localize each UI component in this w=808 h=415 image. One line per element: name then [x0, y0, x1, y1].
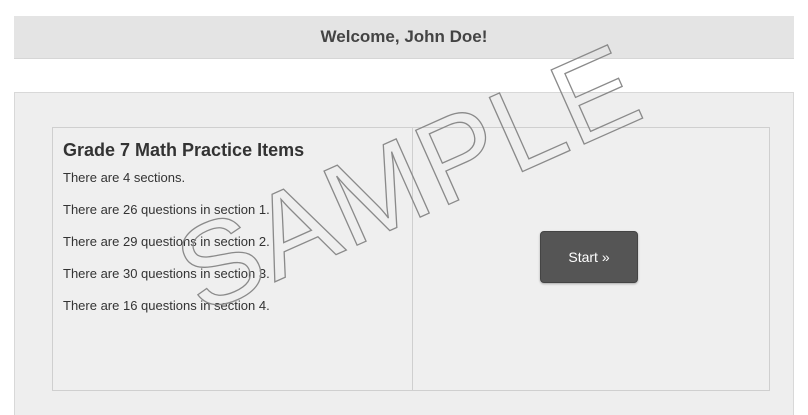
section-3-questions-text: There are 30 questions in section 3.	[63, 266, 270, 281]
practice-details: Grade 7 Math Practice Items There are 4 …	[53, 128, 413, 390]
section-4-questions-text: There are 16 questions in section 4.	[63, 298, 270, 313]
practice-info-card: Grade 7 Math Practice Items There are 4 …	[52, 127, 770, 391]
section-2-questions-text: There are 29 questions in section 2.	[63, 234, 270, 249]
sections-count-text: There are 4 sections.	[63, 170, 186, 185]
welcome-text: Welcome, John Doe!	[320, 27, 488, 46]
start-button[interactable]: Start »	[540, 231, 638, 283]
main-panel: Grade 7 Math Practice Items There are 4 …	[14, 92, 794, 415]
start-area: Start »	[413, 128, 769, 390]
section-1-questions-text: There are 26 questions in section 1.	[63, 202, 270, 217]
welcome-header: Welcome, John Doe!	[14, 16, 794, 59]
practice-title: Grade 7 Math Practice Items	[63, 140, 305, 160]
